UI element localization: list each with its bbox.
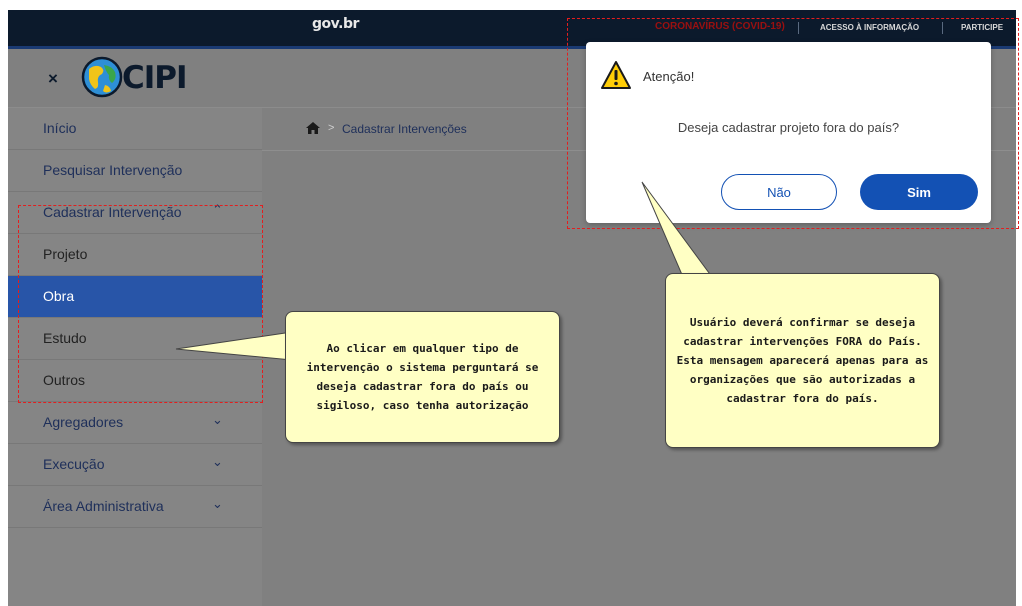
app-logo-text: CIPI [122,60,188,96]
sidebar-item-label: Execução [43,456,105,472]
sidebar-item-pesquisar[interactable]: Pesquisar Intervenção [8,150,262,192]
govbr-logo[interactable]: gov.br [312,16,359,32]
sidebar-item-execucao[interactable]: Execução ⌄ [8,444,262,486]
chevron-down-icon: ⌄ [212,496,223,511]
sidebar-item-inicio[interactable]: Início [8,108,262,150]
left-annotation-text: Ao clicar em qualquer tipo de intervençã… [306,342,539,412]
sidebar-item-label: Área Administrativa [43,498,164,514]
chevron-down-icon: ⌄ [212,412,223,427]
sidebar-item-label: Pesquisar Intervenção [43,162,183,178]
breadcrumb-current: Cadastrar Intervenções [342,122,467,136]
dialog-highlight-box [567,18,1019,229]
chevron-down-icon: ⌄ [212,454,223,469]
right-annotation-callout: Usuário deverá confirmar se deseja cadas… [665,273,940,448]
sidebar-item-label: Início [43,120,77,136]
close-menu-icon[interactable]: × [48,69,58,89]
sidebar-item-area-administrativa[interactable]: Área Administrativa ⌄ [8,486,262,528]
globe-logo-icon [81,56,123,98]
sidebar-item-label: Agregadores [43,414,124,430]
sidebar-item-agregadores[interactable]: Agregadores ⌄ [8,402,262,444]
home-icon[interactable] [306,122,320,134]
breadcrumb-separator: > [328,122,335,134]
left-annotation-callout: Ao clicar em qualquer tipo de intervençã… [285,311,560,443]
sidebar-highlight-box [18,205,263,403]
right-annotation-text: Usuário deverá confirmar se deseja cadas… [676,316,929,405]
